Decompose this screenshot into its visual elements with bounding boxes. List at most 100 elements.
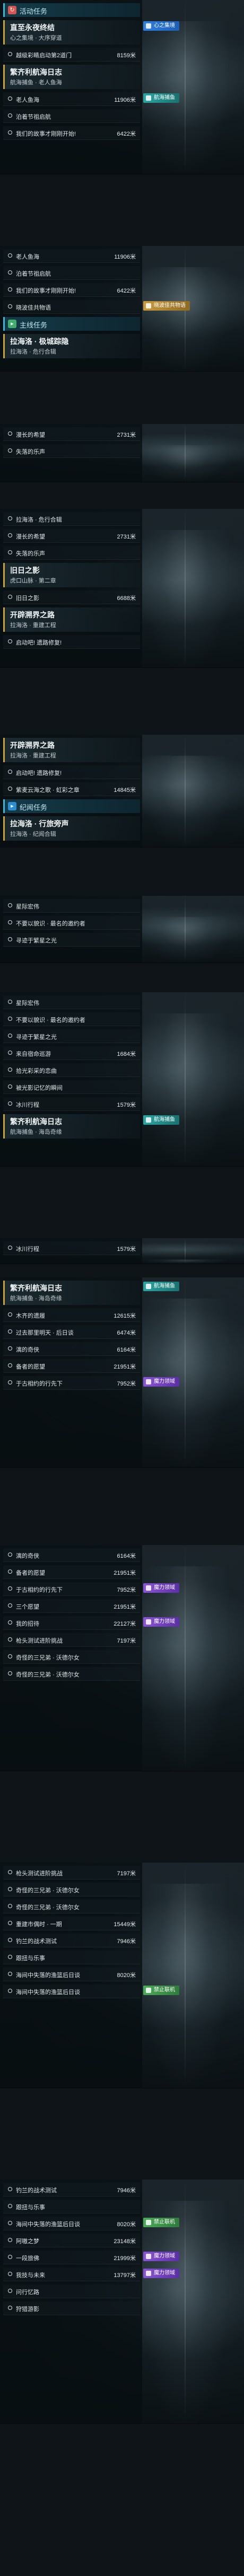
task-item[interactable]: 晓波佳共物语	[0, 299, 142, 315]
task-item[interactable]: 漫长的希望 2731米	[0, 528, 142, 544]
task-item-body: 越级彩睛启动第2道门 8159米	[3, 48, 140, 61]
objective-dot-icon	[8, 270, 12, 275]
task-item[interactable]: 越级彩睛启动第2道门 8159米	[0, 47, 142, 63]
screenshot-frame: ↻ 活动任务 直至永夜终结 心之集境 · 大序穿道越级彩睛启动第2道门 8159米繁齐利…	[0, 0, 244, 174]
task-item-body: 狩猎游影	[3, 2301, 140, 2315]
task-item[interactable]: 失落的乐声	[0, 443, 142, 459]
task-item[interactable]: 钓兰的战术测试 7946米	[0, 2182, 142, 2198]
task-item[interactable]: 奇怪的三兄弟 · 沃德尔女	[0, 1666, 142, 1682]
task-item-body: 泊着节祖启航	[3, 109, 140, 123]
task-item[interactable]: 拾光彩采的恋曲	[0, 1062, 142, 1078]
task-item[interactable]: 备者的愿望 21951米	[0, 1564, 142, 1580]
task-item[interactable]: 备者的愿望 21951米	[0, 1358, 142, 1374]
task-item[interactable]: 寻迹于繁星之光	[0, 932, 142, 948]
task-item-body: 我的招待 22127米	[3, 1616, 140, 1630]
quest-card[interactable]: 开辟溯界之路 拉海洛 · 重建工程	[0, 737, 142, 763]
quest-list-panel: 老人鱼海 11906米 泊着节祖启航 我们的故事才刚刚开始! 6422米 晓波佳共物语 ▸ 主…	[0, 246, 142, 371]
task-label: 不要以貌识 · 最名的邀约者	[16, 1017, 85, 1024]
quest-card[interactable]: 直至永夜终结 心之集境 · 大序穿道	[0, 19, 142, 46]
task-item-body: 漫长的希望 2731米	[3, 529, 140, 543]
quest-subtitle: 拉海洛 · 危行合辑	[10, 349, 56, 355]
task-item[interactable]: 冰川行程 1579米	[0, 1096, 142, 1112]
task-label: 泊着节祖启航	[16, 114, 51, 120]
task-item[interactable]: 我的招待 22127米	[0, 1615, 142, 1631]
objective-dot-icon	[8, 52, 12, 56]
task-item[interactable]: 枪头测试进阶挑战 7197米	[0, 1865, 142, 1881]
task-item[interactable]: 我们的故事才刚刚开始! 6422米	[0, 282, 142, 298]
task-item[interactable]: 于古相约的行先下 7952米	[0, 1581, 142, 1597]
task-item[interactable]: 奇怪的三兄弟 · 沃德尔女	[0, 1649, 142, 1665]
task-item[interactable]: 星际宏伟	[0, 994, 142, 1010]
task-item[interactable]: 问行忆路	[0, 2283, 142, 2299]
task-item[interactable]: 我技与未来 13797米	[0, 2266, 142, 2282]
task-item[interactable]: 一段旅佛 21999米	[0, 2249, 142, 2265]
task-item[interactable]: 老人鱼海 11906米	[0, 91, 142, 107]
task-item[interactable]: 阿嗷之梦 23148米	[0, 2233, 142, 2248]
task-item[interactable]: 木齐的遗履 12615米	[0, 1307, 142, 1323]
task-label: 一段旅佛	[16, 2255, 39, 2262]
task-item[interactable]: 星际宏伟	[0, 898, 142, 914]
task-item[interactable]: 奇怪的三兄弟 · 沃德尔女	[0, 1899, 142, 1915]
task-item[interactable]: 不要以貌识 · 最名的邀约者	[0, 915, 142, 931]
task-item[interactable]: 海间中失落的渔篮后日谈 8020米	[0, 1966, 142, 1982]
quest-card[interactable]: 拉海洛 · 行旅旁声 拉海洛 · 纪闻合辑	[0, 815, 142, 842]
task-item[interactable]: 启动吧! 遗路修复!	[0, 764, 142, 780]
task-item[interactable]: 奇怪的三兄弟 · 沃德尔女	[0, 1882, 142, 1898]
quest-card[interactable]: 繁齐利航海日志 航海捕鱼 · 海岛奇缘	[0, 1280, 142, 1306]
objective-dot-icon	[8, 1637, 12, 1642]
section-header[interactable]: ↻ 活动任务	[0, 2, 142, 18]
task-label: 枪头测试进阶挑战	[16, 1638, 63, 1645]
quest-card[interactable]: 繁齐利航海日志 航海捕鱼 · 老人鱼海	[0, 64, 142, 90]
objective-dot-icon	[8, 769, 12, 774]
task-item[interactable]: 拉海洛 · 危行合辑	[0, 511, 142, 527]
task-item[interactable]: 海间中失落的渔篮后日谈 8020米	[0, 2216, 142, 2231]
task-item[interactable]: 漓的奇侠 6164米	[0, 1341, 142, 1357]
task-item[interactable]: 旧日之影 6688米	[0, 589, 142, 605]
task-item[interactable]: 老人鱼海 11906米	[0, 248, 142, 264]
task-item[interactable]: 被光影记忆的瞬间	[0, 1079, 142, 1095]
quest-card[interactable]: 拉海洛 · 极城踪隐 拉海洛 · 危行合辑	[0, 333, 142, 359]
task-item[interactable]: 泊着节祖启航	[0, 265, 142, 281]
objective-dot-icon	[8, 1084, 12, 1089]
task-item[interactable]: 三个愿望 21951米	[0, 1598, 142, 1614]
task-item[interactable]: 重建市偶时 · 一期 15449米	[0, 1916, 142, 1931]
objective-dot-icon	[8, 1886, 12, 1891]
task-item-body: 漓的奇侠 6164米	[3, 1548, 140, 1563]
task-distance: 11906米	[114, 254, 136, 260]
task-item[interactable]: 过去那里明天 · 后日谈 6474米	[0, 1324, 142, 1340]
task-item-body: 阿嗷之梦 23148米	[3, 2234, 140, 2247]
task-item[interactable]: 失落的乐声	[0, 545, 142, 561]
task-item[interactable]: 紫麦云海之歌 · 虹彩之章 14845米	[0, 781, 142, 797]
task-item[interactable]: 启动吧! 遗路修复!	[0, 634, 142, 650]
task-item[interactable]: 漓的奇侠 6164米	[0, 1547, 142, 1563]
task-item[interactable]: 冰川行程 1579米	[0, 1240, 142, 1256]
task-item[interactable]: 寻迹于繁星之光	[0, 1028, 142, 1044]
task-item[interactable]: 不要以貌识 · 最名的邀约者	[0, 1011, 142, 1027]
task-item-body: 星际宏伟	[3, 995, 140, 1009]
task-label: 漓的奇侠	[16, 1346, 39, 1353]
task-item[interactable]: 泊着节祖启航	[0, 108, 142, 124]
task-item-body: 海间中失落的渔篮后日谈 8020米	[3, 2217, 140, 2230]
quest-card[interactable]: 旧日之影 虎口山脉 · 第二章	[0, 562, 142, 588]
task-item[interactable]: 狩猎游影	[0, 2300, 142, 2316]
objective-dot-icon	[8, 448, 12, 453]
task-distance: 21951米	[114, 1604, 136, 1611]
quest-tag-badge: 心之集境	[143, 21, 179, 31]
task-item[interactable]: 我们的故事才刚刚开始! 6422米	[0, 125, 142, 141]
task-label: 过去那里明天 · 后日谈	[16, 1329, 74, 1336]
quest-card[interactable]: 开辟溯界之路 拉海洛 · 重建工程	[0, 606, 142, 633]
task-item[interactable]: 漫长的希望 2731米	[0, 426, 142, 442]
section-header[interactable]: ▸ 纪闻任务	[0, 798, 142, 814]
task-item[interactable]: 跟扭与乐事	[0, 1949, 142, 1965]
task-item[interactable]: 枪头测试进阶挑战 7197米	[0, 1632, 142, 1648]
task-item[interactable]: 钓兰的战术测试 7946米	[0, 1933, 142, 1948]
objective-dot-icon	[8, 253, 12, 258]
task-item[interactable]: 海间中失落的渔篮后日谈	[0, 1983, 142, 1999]
background-light-streak	[185, 1862, 186, 2088]
task-item[interactable]: 于古相约的行先下 7952米	[0, 1375, 142, 1391]
section-header[interactable]: ▸ 主线任务	[0, 316, 142, 332]
task-item[interactable]: 来自宿命巡游 1684米	[0, 1045, 142, 1061]
task-item[interactable]: 跟扭与乐事	[0, 2199, 142, 2215]
quest-card[interactable]: 繁齐利航海日志 航海捕鱼 · 海岛奇缘	[0, 1113, 142, 1140]
task-item-body: 钓兰的战术测试 7946米	[3, 2183, 140, 2196]
